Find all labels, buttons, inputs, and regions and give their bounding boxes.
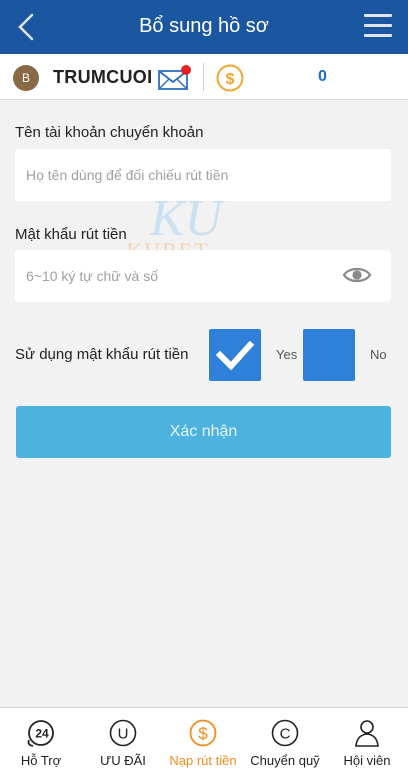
nav-label-promotion: ƯU ĐÃI bbox=[100, 753, 146, 768]
account-name-label: Tên tài khoản chuyển khoản bbox=[15, 124, 204, 141]
svg-text:U: U bbox=[118, 726, 129, 743]
nav-item-support[interactable]: 24 Hỗ Trợ bbox=[0, 708, 82, 776]
username: TRUMCUOI bbox=[53, 67, 153, 87]
hamburger-line bbox=[364, 34, 392, 37]
withdraw-password-input[interactable] bbox=[15, 250, 391, 302]
hamburger-icon bbox=[364, 14, 392, 17]
member-person-icon bbox=[355, 720, 379, 747]
account-name-input[interactable] bbox=[15, 149, 391, 201]
nav-item-member[interactable]: Hội viên bbox=[326, 708, 408, 776]
option-no-label: No bbox=[370, 347, 387, 362]
nav-label-member: Hội viên bbox=[343, 753, 391, 768]
divider bbox=[203, 63, 204, 91]
nav-item-transfer[interactable]: C Chuyển quỹ bbox=[244, 708, 326, 776]
svg-text:$: $ bbox=[226, 71, 235, 88]
menu-button[interactable] bbox=[364, 14, 392, 38]
bottom-nav: 24 Hỗ Trợ U ƯU ĐÃI $ Nạp rút tiền C Chuy… bbox=[0, 707, 408, 776]
option-yes-label: Yes bbox=[276, 347, 298, 362]
dollar-coin-icon: $ bbox=[189, 719, 217, 747]
hamburger-line bbox=[364, 24, 392, 27]
password-label: Mật khẩu rút tiền bbox=[15, 226, 127, 243]
svg-text:$: $ bbox=[198, 724, 208, 743]
confirm-button[interactable]: Xác nhận bbox=[16, 406, 391, 458]
top-header: Bổ sung hồ sơ bbox=[0, 0, 408, 54]
nav-label-deposit-withdraw: Nạp rút tiền bbox=[169, 753, 237, 768]
nav-item-deposit-withdraw[interactable]: $ Nạp rút tiền bbox=[162, 708, 244, 776]
avatar[interactable]: B bbox=[13, 65, 39, 91]
checkmark-icon bbox=[215, 340, 255, 371]
use-password-no-checkbox[interactable] bbox=[303, 329, 355, 381]
mail-button[interactable] bbox=[158, 65, 192, 91]
support-24-icon: 24 bbox=[27, 720, 54, 747]
use-password-yes-checkbox[interactable] bbox=[209, 329, 261, 381]
eye-icon[interactable] bbox=[342, 263, 372, 287]
mail-icon bbox=[158, 65, 191, 90]
use-password-label: Sử dụng mật khẩu rút tiền bbox=[15, 346, 189, 363]
balance-value: 0 bbox=[318, 68, 327, 85]
svg-text:C: C bbox=[280, 726, 291, 743]
nav-item-promotion[interactable]: U ƯU ĐÃI bbox=[82, 708, 164, 776]
deposit-coin-button[interactable]: $ bbox=[216, 64, 244, 92]
promotion-u-icon: U bbox=[109, 719, 137, 747]
page-title: Bổ sung hồ sơ bbox=[139, 15, 269, 37]
user-bar: B TRUMCUOI $ 0 bbox=[0, 54, 408, 100]
svg-text:24: 24 bbox=[35, 727, 49, 741]
transfer-c-icon: C bbox=[271, 719, 299, 747]
nav-label-transfer: Chuyển quỹ bbox=[250, 753, 320, 768]
nav-label-support: Hỗ Trợ bbox=[20, 753, 62, 768]
dollar-coin-icon: $ bbox=[216, 64, 244, 92]
